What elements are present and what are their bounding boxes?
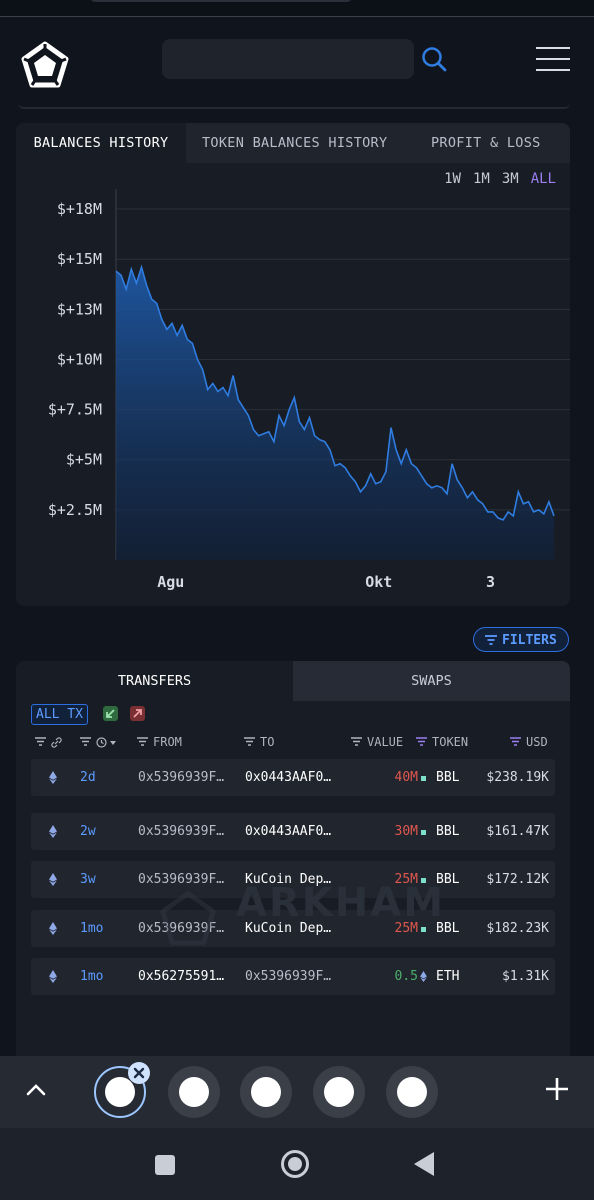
filter-icon	[137, 737, 148, 746]
token-symbol[interactable]: ETH	[436, 958, 459, 995]
token-symbol[interactable]: BBL	[436, 813, 459, 850]
filters-button[interactable]: FILTERS	[473, 627, 569, 652]
from-address[interactable]: 0x5396939F…	[138, 759, 224, 796]
all-tx-filter[interactable]: ALL TX	[31, 704, 88, 725]
home-circle-icon[interactable]	[280, 1149, 310, 1179]
filter-icon	[80, 737, 91, 746]
table-row[interactable]: 1mo 0x56275591… 0x5396939F… 0.5 ETH $1.3…	[31, 958, 555, 995]
tx-usd: $238.19K	[486, 770, 549, 785]
arkham-watermark-icon	[159, 890, 217, 946]
y-tick-label: $+18M	[57, 200, 102, 218]
value-label: VALUE	[367, 735, 404, 749]
chevron-up-icon[interactable]	[24, 1078, 48, 1102]
tx-time-link[interactable]: 1mo	[80, 910, 103, 947]
usd-label: USD	[526, 735, 548, 749]
x-tick-label: Agu	[157, 573, 184, 591]
to-address[interactable]: 0x0443AAF0…	[245, 813, 331, 850]
balance-area-chart[interactable]: $+18M $+15M $+13M $+10M $+7.5M $+5M $+2.5M Agu O…	[16, 123, 570, 606]
hamburger-menu-icon[interactable]	[536, 47, 570, 73]
search-icon[interactable]	[420, 45, 448, 73]
x-tick-label: 3	[486, 573, 495, 591]
y-tick-label: $+2.5M	[48, 501, 102, 519]
incoming-filter-icon[interactable]	[103, 706, 118, 721]
tx-time-link[interactable]: 1mo	[80, 958, 103, 995]
from-column-header[interactable]: FROM	[137, 734, 182, 750]
y-tick-label: $+13M	[57, 300, 102, 318]
usd-column-header[interactable]: USD	[510, 734, 548, 750]
ethereum-icon	[49, 873, 57, 886]
filter-icon	[244, 737, 255, 746]
to-column-header[interactable]: TO	[244, 734, 274, 750]
filter-icon	[416, 737, 427, 746]
header-divider	[18, 103, 570, 109]
link-icon	[51, 737, 62, 748]
tx-value: 0.5	[394, 969, 418, 984]
filters-label: FILTERS	[502, 633, 557, 648]
tx-usd: $161.47K	[486, 824, 549, 839]
from-address[interactable]: 0x5396939F…	[138, 813, 224, 850]
transfers-card: TRANSFERS SWAPS ALL TX FROM TO VALUE TOK…	[16, 661, 570, 1056]
browser-tab-bar	[0, 1056, 594, 1128]
system-nav-bar	[0, 1128, 594, 1200]
tx-time-link[interactable]: 2w	[80, 813, 96, 850]
ethereum-icon	[49, 922, 57, 935]
token-symbol[interactable]: BBL	[436, 759, 459, 796]
ethereum-token-icon	[420, 971, 427, 982]
browser-tab[interactable]	[313, 1066, 365, 1118]
search-input[interactable]	[162, 39, 414, 79]
tx-value: 30M	[394, 824, 418, 839]
arkham-logo-icon[interactable]	[20, 41, 70, 91]
y-tick-label: $+7.5M	[48, 401, 102, 419]
status-strip	[0, 0, 594, 17]
arkham-watermark: ARKHAM	[236, 880, 445, 926]
token-icon	[421, 813, 426, 850]
value-column-header[interactable]: VALUE	[351, 734, 403, 750]
ethereum-icon	[49, 771, 57, 784]
recents-square-icon[interactable]	[154, 1154, 176, 1176]
token-column-header[interactable]: TOKEN	[416, 734, 468, 750]
time-column-header[interactable]	[80, 734, 117, 750]
tab-transfers[interactable]: TRANSFERS	[16, 661, 293, 701]
outgoing-filter-icon[interactable]	[130, 706, 145, 721]
clock-icon	[96, 737, 107, 748]
close-tab-icon[interactable]	[128, 1062, 150, 1084]
ethereum-icon	[49, 825, 57, 838]
tx-usd: $1.31K	[502, 969, 549, 984]
new-tab-plus-icon[interactable]	[544, 1076, 570, 1102]
to-address[interactable]: 0x0443AAF0…	[245, 759, 331, 796]
from-label: FROM	[153, 735, 182, 749]
to-address[interactable]: 0x5396939F…	[245, 958, 331, 995]
y-tick-label: $+5M	[66, 451, 102, 469]
browser-tab[interactable]	[168, 1066, 220, 1118]
x-tick-label: Okt	[365, 573, 392, 591]
to-label: TO	[260, 735, 275, 749]
from-address[interactable]: 0x56275591…	[138, 958, 224, 995]
tx-time-link[interactable]: 2d	[80, 759, 96, 796]
table-row[interactable]: 2d 0x5396939F… 0x0443AAF0… 40M BBL $238.…	[31, 759, 555, 796]
token-icon	[421, 759, 426, 796]
y-tick-label: $+15M	[57, 250, 102, 268]
token-label: TOKEN	[432, 735, 469, 749]
balances-chart-card: BALANCES HISTORY TOKEN BALANCES HISTORY …	[16, 123, 570, 606]
chain-column-header[interactable]	[35, 734, 62, 750]
browser-tab[interactable]	[240, 1066, 292, 1118]
ethereum-icon	[49, 970, 57, 983]
tx-value: 40M	[394, 770, 418, 785]
filter-icon	[510, 737, 521, 746]
filter-icon	[35, 737, 46, 746]
tx-time-link[interactable]: 3w	[80, 861, 96, 898]
filter-icon	[485, 635, 497, 645]
back-triangle-icon[interactable]	[412, 1151, 436, 1177]
url-pill	[90, 0, 352, 2]
area-fill	[116, 267, 554, 560]
filter-icon	[351, 737, 362, 746]
browser-tab[interactable]	[386, 1066, 438, 1118]
tx-usd: $182.23K	[486, 921, 549, 936]
tx-usd: $172.12K	[486, 872, 549, 887]
sort-down-icon	[110, 740, 116, 745]
table-row[interactable]: 2w 0x5396939F… 0x0443AAF0… 30M BBL $161.…	[31, 813, 555, 850]
y-tick-label: $+10M	[57, 350, 102, 368]
tab-swaps[interactable]: SWAPS	[293, 661, 570, 701]
app-header	[0, 17, 594, 109]
